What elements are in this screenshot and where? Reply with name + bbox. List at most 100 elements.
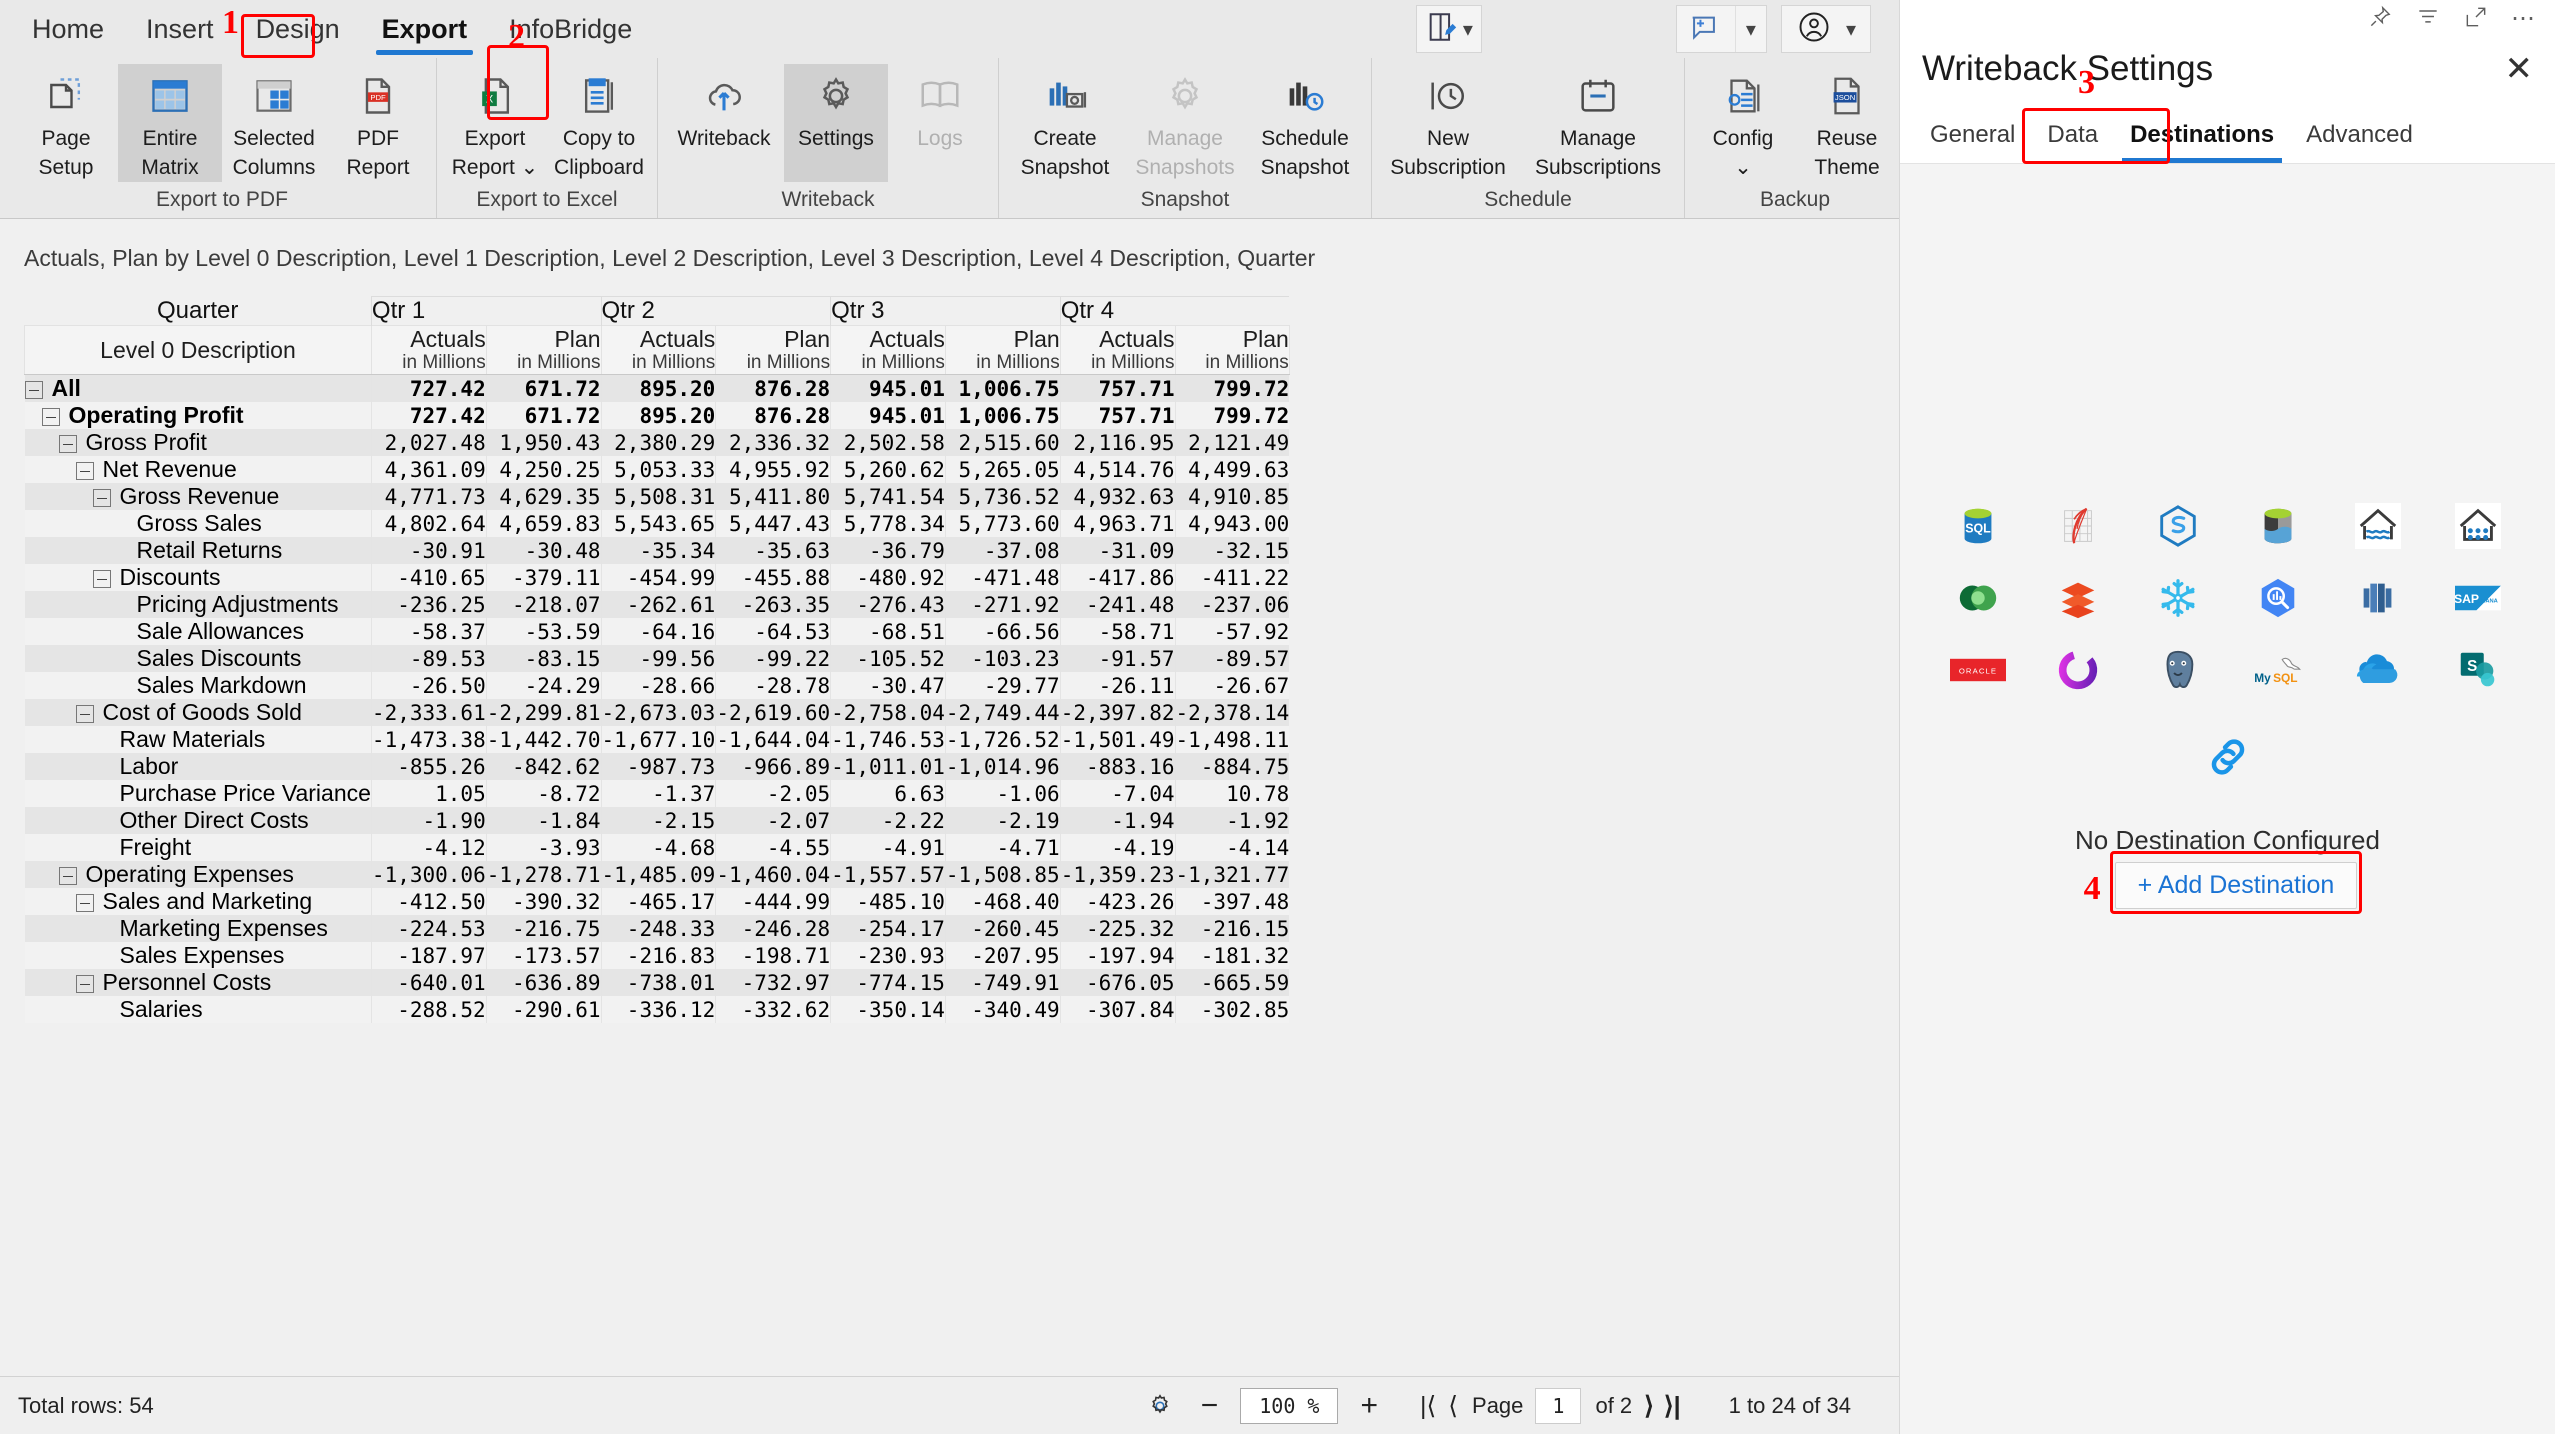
matrix-value-cell[interactable]: 2,336.32 [715,429,831,457]
matrix-value-cell[interactable]: -30.91 [370,537,487,565]
matrix-value-cell[interactable]: -83.15 [485,645,602,673]
matrix-value-cell[interactable]: -271.92 [944,591,1061,619]
matrix-value-cell[interactable]: -29.77 [944,672,1061,700]
matrix-value-cell[interactable]: 1,006.75 [944,402,1061,430]
collapse-toggle-icon[interactable] [92,489,111,508]
matrix-value-cell[interactable]: -35.34 [600,537,716,565]
matrix-value-cell[interactable]: -198.71 [715,942,831,970]
copy-to-clipboard-button[interactable]: Copy to Clipboard [547,64,651,182]
matrix-value-cell[interactable]: -884.75 [1174,753,1290,781]
ribbon-tab-insert[interactable]: Insert [130,10,230,49]
matrix-row[interactable]: Raw Materials -1,473.38 -1,442.70 -1,677.10… [24,726,1290,754]
matrix-value-cell[interactable]: -8.72 [485,780,602,808]
matrix-value-cell[interactable]: -53.59 [485,618,602,646]
matrix-value-cell[interactable]: -262.61 [600,591,716,619]
matrix-value-cell[interactable]: -37.08 [944,537,1061,565]
matrix-value-cell[interactable]: 2,027.48 [370,429,487,457]
sharepoint-logo[interactable]: S [2436,638,2520,702]
matrix-value-cell[interactable]: -218.07 [485,591,602,619]
matrix-value-cell[interactable]: -855.26 [370,753,487,781]
matrix-value-cell[interactable]: -465.17 [600,888,716,916]
matrix-value-cell[interactable]: -99.22 [715,645,831,673]
matrix-value-cell[interactable]: 4,932.63 [1059,483,1175,511]
matrix-value-cell[interactable]: -4.19 [1059,834,1175,862]
mongodb-logo[interactable] [1936,566,2020,630]
matrix-row[interactable]: Sale Allowances -58.37 -53.59 -64.16 -64.53-… [24,618,1290,646]
account-button[interactable]: ▾ [1780,5,1871,53]
matrix-value-cell[interactable]: -1,501.49 [1059,726,1175,754]
matrix-value-cell[interactable]: -480.92 [830,564,946,592]
mysql-logo[interactable]: My SQL [2236,638,2320,702]
config-button[interactable]: Config ⌄ [1691,64,1795,182]
first-page-icon[interactable]: |⟨ [1420,1391,1436,1421]
matrix-value-cell[interactable]: -397.48 [1174,888,1290,916]
matrix-value-cell[interactable]: 2,116.95 [1059,429,1175,457]
matrix-value-cell[interactable]: -246.28 [715,915,831,943]
matrix-value-cell[interactable]: -66.56 [944,618,1061,646]
matrix-value-cell[interactable]: 1.05 [370,780,487,808]
matrix-value-cell[interactable]: 4,955.92 [715,456,831,484]
filter-icon[interactable] [2415,4,2441,35]
matrix-value-cell[interactable]: -290.61 [485,996,602,1024]
matrix-value-cell[interactable]: -455.88 [715,564,831,592]
collapse-toggle-icon[interactable] [75,975,94,994]
collapse-toggle-icon[interactable] [75,705,94,724]
matrix-value-cell[interactable]: -410.65 [370,564,487,592]
oracle-logo[interactable]: ORACLE [1936,638,2020,702]
amazon-redshift-logo[interactable] [2336,566,2420,630]
matrix-row[interactable]: Discounts -410.65 -379.11 -454.99 -455.88 -48… [24,564,1290,592]
next-page-icon[interactable]: ⟩ [1644,1391,1654,1421]
matrix-value-cell[interactable]: -28.66 [600,672,716,700]
matrix-value-cell[interactable]: -4.55 [715,834,831,862]
collapse-toggle-icon[interactable] [41,408,60,427]
matrix-value-cell[interactable]: 4,629.35 [485,483,602,511]
matrix-value-cell[interactable]: -99.56 [600,645,716,673]
matrix-row[interactable]: Sales Expenses -187.97 -173.57 -216.83 -198.… [24,942,1290,970]
matrix-value-cell[interactable]: -1,014.96 [944,753,1061,781]
matrix-value-cell[interactable]: 799.72 [1174,374,1290,403]
matrix-value-cell[interactable]: -412.50 [370,888,487,916]
matrix-value-cell[interactable]: -2,333.61 [370,699,487,727]
matrix-value-cell[interactable]: -390.32 [485,888,602,916]
matrix-value-cell[interactable]: 4,802.64 [370,510,487,538]
matrix-value-cell[interactable]: -4.91 [830,834,946,862]
matrix-value-cell[interactable]: -224.53 [370,915,487,943]
matrix-value-cell[interactable]: 2,502.58 [830,429,946,457]
add-comment-button[interactable]: ▾ [1675,5,1767,53]
matrix-value-cell[interactable]: -24.29 [485,672,602,700]
matrix-value-cell[interactable]: -57.92 [1174,618,1290,646]
matrix-row[interactable]: Other Direct Costs -1.90 -1.84 -2.15 -2.07 -2… [24,807,1290,835]
matrix-value-cell[interactable]: -732.97 [715,969,831,997]
matrix-row[interactable]: Operating Profit 727.42 671.72 895.20 876.28… [24,402,1290,430]
matrix-value-cell[interactable]: -288.52 [370,996,487,1024]
zoom-level-value[interactable]: 100 % [1240,1387,1339,1424]
matrix-row[interactable]: Pricing Adjustments -236.25 -218.07 -262.61… [24,591,1290,619]
matrix-value-cell[interactable]: 876.28 [715,374,831,403]
matrix-value-cell[interactable]: -471.48 [944,564,1061,592]
matrix-value-cell[interactable]: 727.42 [370,374,487,403]
edit-mode-button[interactable]: ▾ [1415,5,1482,53]
matrix-row[interactable]: Operating Expenses -1,300.06 -1,278.71 -1,4… [24,861,1290,889]
azure-sql-database-logo[interactable] [2036,494,2120,558]
matrix-value-cell[interactable]: -1,278.71 [485,861,602,889]
matrix-row[interactable]: Salaries -288.52 -290.61 -336.12 -332.62 -350… [24,996,1290,1024]
matrix-row[interactable]: Sales Markdown -26.50 -24.29 -28.66 -28.78 -3… [24,672,1290,700]
matrix-value-cell[interactable]: 671.72 [485,402,602,430]
matrix-value-cell[interactable]: -64.16 [600,618,716,646]
matrix-value-cell[interactable]: 5,260.62 [830,456,946,484]
matrix-value-cell[interactable]: -966.89 [715,753,831,781]
reuse-theme-button[interactable]: JSON Reuse Theme [1795,64,1899,182]
matrix-value-cell[interactable]: -2,673.03 [600,699,716,727]
google-bigquery-logo[interactable] [2236,566,2320,630]
matrix-value-cell[interactable]: -1,485.09 [600,861,716,889]
matrix-value-cell[interactable]: -181.32 [1174,942,1290,970]
matrix-value-cell[interactable]: 2,121.49 [1174,429,1290,457]
matrix-row[interactable]: Gross Revenue 4,771.73 4,629.35 5,508.31 5,4… [24,483,1290,511]
matrix-value-cell[interactable]: -1.94 [1059,807,1175,835]
pdf-report-button[interactable]: PDF PDF Report [326,64,430,182]
matrix-value-cell[interactable]: 757.71 [1059,402,1175,430]
matrix-value-cell[interactable]: 4,659.83 [485,510,602,538]
matrix-value-cell[interactable]: 4,514.76 [1059,456,1175,484]
matrix-value-cell[interactable]: -302.85 [1174,996,1290,1024]
matrix-value-cell[interactable]: 4,910.85 [1174,483,1290,511]
